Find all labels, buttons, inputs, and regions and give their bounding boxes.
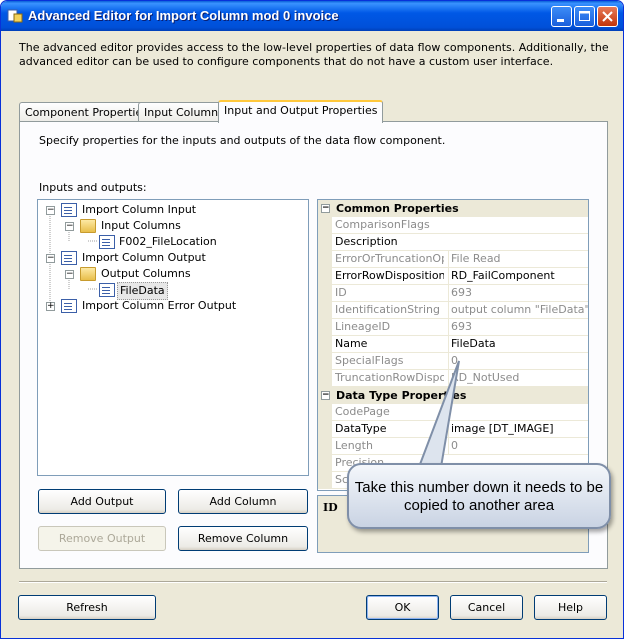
collapse-icon[interactable]: − <box>65 270 74 279</box>
tab-component-properties[interactable]: Component Properties <box>19 102 154 122</box>
property-row[interactable]: IdentificationString output column "FileD… <box>318 302 588 319</box>
help-button[interactable]: Help <box>534 595 607 620</box>
close-icon <box>602 11 613 22</box>
property-name: ID <box>335 286 347 299</box>
property-row[interactable]: ID 693 <box>318 285 588 302</box>
callout-text: Take this number down it needs to be cop… <box>354 479 604 514</box>
property-value: RD_NotUsed <box>448 370 588 386</box>
window-title: Advanced Editor for Import Column mod 0 … <box>28 8 339 23</box>
property-row[interactable]: Length 0 <box>318 438 588 455</box>
component-icon <box>7 9 23 23</box>
minimize-icon <box>557 19 564 22</box>
property-value[interactable]: image [DT_IMAGE] <box>448 421 588 437</box>
category-label: Common Properties <box>336 202 459 215</box>
property-name: SpecialFlags <box>335 354 404 367</box>
advanced-editor-window: Advanced Editor for Import Column mod 0 … <box>0 0 624 639</box>
add-output-button[interactable]: Add Output <box>38 489 166 514</box>
tab-input-and-output-properties[interactable]: Input and Output Properties <box>218 100 384 123</box>
collapse-icon[interactable]: − <box>321 204 330 213</box>
property-row[interactable]: LineageID 693 <box>318 319 588 336</box>
category-data-type-properties[interactable]: − Data Type Properties <box>318 387 588 404</box>
ok-button[interactable]: OK <box>366 595 439 620</box>
property-name: Length <box>335 439 373 452</box>
title-bar[interactable]: Advanced Editor for Import Column mod 0 … <box>1 1 623 31</box>
separator <box>19 581 607 583</box>
property-name: Description <box>335 235 398 248</box>
property-value[interactable]: FileData <box>448 336 588 352</box>
property-name: TruncationRowDisposi <box>335 371 444 384</box>
property-name: ErrorOrTruncationOpe <box>335 252 444 265</box>
property-row[interactable]: ErrorRowDisposition RD_FailComponent <box>318 268 588 285</box>
annotation-callout: Take this number down it needs to be cop… <box>347 463 611 529</box>
property-grid[interactable]: − Common Properties ComparisonFlags Descr… <box>317 199 589 491</box>
inputs-outputs-tree[interactable]: − Import Column Input − Input Columns F0… <box>37 199 309 476</box>
tree-label: Input Columns <box>101 219 181 232</box>
close-button[interactable] <box>597 6 618 27</box>
collapse-icon[interactable]: − <box>65 222 74 231</box>
property-description-title: ID <box>323 501 338 514</box>
property-row[interactable]: ErrorOrTruncationOpe File Read <box>318 251 588 268</box>
property-value: 693 <box>448 319 588 335</box>
property-name: ComparisonFlags <box>335 218 430 231</box>
property-value: 0 <box>448 438 588 454</box>
minimize-button[interactable] <box>551 6 572 27</box>
folder-icon <box>80 267 96 281</box>
property-name: IdentificationString <box>335 303 440 316</box>
property-name: LineageID <box>335 320 391 333</box>
expand-icon[interactable]: + <box>46 302 55 311</box>
tree-label: Import Column Error Output <box>82 299 237 312</box>
column-icon <box>99 235 115 249</box>
tree-label: Output Columns <box>101 267 191 280</box>
output-icon <box>61 299 77 313</box>
property-name: CodePage <box>335 405 390 418</box>
tree-label: F002_FileLocation <box>119 235 217 248</box>
property-row[interactable]: SpecialFlags 0 <box>318 353 588 370</box>
tab-input-columns[interactable]: Input Columns <box>138 102 230 122</box>
panel-instruction: Specify properties for the inputs and ou… <box>39 134 446 147</box>
property-value: File Read <box>448 251 588 267</box>
tree-label: Inputs and outputs: <box>39 181 147 194</box>
property-name: Name <box>335 337 368 350</box>
property-row[interactable]: DataType image [DT_IMAGE] <box>318 421 588 438</box>
folder-icon <box>80 219 96 233</box>
property-value: 0 <box>448 353 588 369</box>
property-row[interactable]: ComparisonFlags <box>318 217 588 234</box>
property-value: 693 <box>448 285 588 301</box>
refresh-button[interactable]: Refresh <box>18 595 156 620</box>
editor-description: The advanced editor provides access to t… <box>19 41 609 68</box>
property-row[interactable]: Name FileData <box>318 336 588 353</box>
column-icon <box>99 283 115 297</box>
collapse-icon[interactable]: − <box>46 206 55 215</box>
property-value[interactable]: RD_FailComponent <box>448 268 588 284</box>
add-column-button[interactable]: Add Column <box>178 489 308 514</box>
cancel-button[interactable]: Cancel <box>450 595 523 620</box>
tree-label: Import Column Input <box>82 203 197 216</box>
property-row[interactable]: CodePage <box>318 404 588 421</box>
maximize-icon <box>579 11 590 21</box>
tree-label: Import Column Output <box>82 251 206 264</box>
property-row[interactable]: Description <box>318 234 588 251</box>
property-name: DataType <box>335 422 387 435</box>
property-name: ErrorRowDisposition <box>335 269 444 282</box>
collapse-icon[interactable]: − <box>46 254 55 263</box>
output-icon <box>61 251 77 265</box>
input-icon <box>61 203 77 217</box>
maximize-button[interactable] <box>574 6 595 27</box>
property-row[interactable]: TruncationRowDisposi RD_NotUsed <box>318 370 588 387</box>
property-value: output column "FileData" (693) <box>448 302 588 318</box>
category-common-properties[interactable]: − Common Properties <box>318 200 588 217</box>
category-label: Data Type Properties <box>336 389 467 402</box>
remove-output-button[interactable]: Remove Output <box>38 526 166 551</box>
collapse-icon[interactable]: − <box>321 391 330 400</box>
remove-column-button[interactable]: Remove Column <box>178 526 308 551</box>
